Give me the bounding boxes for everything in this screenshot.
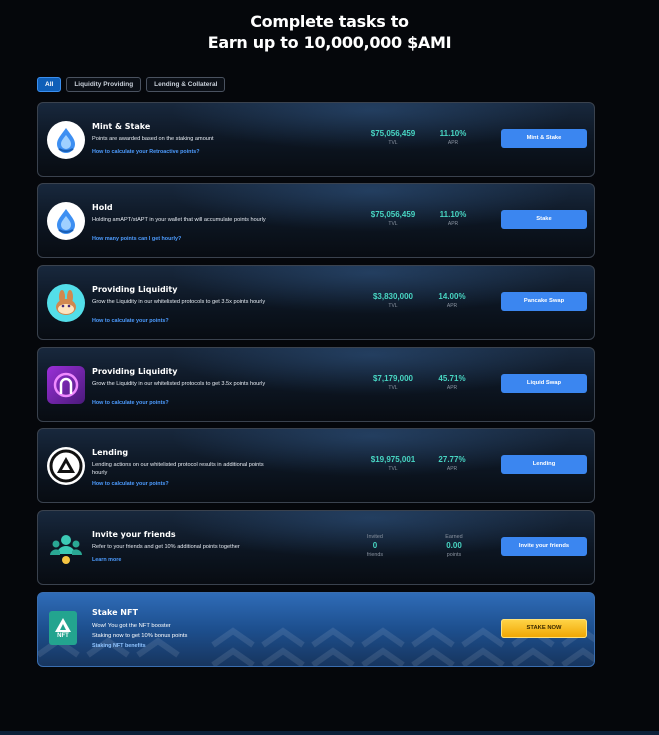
- tvl-stat: $75,056,459 TVL: [370, 129, 416, 146]
- title-line-2: Earn up to 10,000,000 $AMI: [207, 33, 452, 52]
- task-title: Hold: [92, 203, 113, 212]
- nft-title: Stake NFT: [92, 608, 138, 617]
- tvl-stat: $7,179,000 TVL: [372, 374, 414, 391]
- pancake-bunny-icon: [47, 284, 85, 322]
- task-title: Providing Liquidity: [92, 285, 178, 294]
- nft-badge-text: NFT: [57, 633, 69, 639]
- stake-now-button[interactable]: STAKE NOW: [501, 619, 587, 638]
- lending-button[interactable]: Lending: [501, 455, 587, 474]
- friends-icon: [47, 529, 85, 567]
- filter-lending-collateral[interactable]: Lending & Collateral: [146, 77, 226, 92]
- invite-description: Refer to your friends and get 10% additi…: [92, 544, 240, 550]
- apr-stat: 11.10% APR: [439, 210, 467, 227]
- task-card-hold: Hold Holding amAPT/stAPT in your wallet …: [37, 183, 595, 258]
- task-description: Grow the Liquidity in our whitelisted pr…: [92, 381, 266, 387]
- nft-card-icon: NFT: [49, 611, 77, 645]
- liquid-swap-button[interactable]: Liquid Swap: [501, 374, 587, 393]
- task-title: Lending: [92, 448, 129, 457]
- task-card-mint-stake: Mint & Stake Points are awarded based on…: [37, 102, 595, 177]
- invited-count: Invited 0 friends: [366, 534, 384, 558]
- nft-description: Wow! You got the NFT booster Staking now…: [92, 623, 188, 639]
- nft-benefits-link[interactable]: Staking NFT benefits: [92, 643, 146, 649]
- task-card-liquidswap: Providing Liquidity Grow the Liquidity i…: [37, 347, 595, 422]
- mint-stake-button[interactable]: Mint & Stake: [501, 129, 587, 148]
- task-description: Lending actions on our whitelisted proto…: [92, 462, 264, 476]
- invite-friends-button[interactable]: Invite your friends: [501, 537, 587, 556]
- apr-stat: 11.10% APR: [439, 129, 467, 146]
- earned-points: Earned 0.00 points: [445, 534, 463, 558]
- apr-stat: 27.77% APR: [438, 455, 466, 472]
- liquidswap-icon: [47, 366, 85, 404]
- title-line-1: Complete tasks to: [250, 12, 409, 31]
- page-title: Complete tasks to Earn up to 10,000,000 …: [0, 11, 659, 53]
- bottom-bar: [0, 731, 659, 735]
- pancake-swap-button[interactable]: Pancake Swap: [501, 292, 587, 311]
- task-title: Providing Liquidity: [92, 367, 178, 376]
- task-description: Holding amAPT/stAPT in your wallet that …: [92, 217, 266, 223]
- learn-more-link[interactable]: Learn more: [92, 557, 121, 563]
- amnis-drop-icon: [47, 121, 85, 159]
- task-card-lending: Lending Lending actions on our whitelist…: [37, 428, 595, 503]
- amnis-drop-icon: [47, 202, 85, 240]
- filter-tabs: All Liquidity Providing Lending & Collat…: [37, 77, 226, 92]
- aries-triangle-icon: [47, 447, 85, 485]
- task-description: Grow the Liquidity in our whitelisted pr…: [92, 299, 266, 305]
- invite-title: Invite your friends: [92, 530, 176, 539]
- task-help-link[interactable]: How to calculate your points?: [92, 318, 169, 324]
- apr-stat: 14.00% APR: [438, 292, 466, 309]
- task-description: Points are awarded based on the staking …: [92, 136, 214, 142]
- task-help-link[interactable]: How to calculate your points?: [92, 481, 169, 487]
- filter-liquidity-providing[interactable]: Liquidity Providing: [66, 77, 142, 92]
- filter-all[interactable]: All: [37, 77, 62, 92]
- invite-friends-card: Invite your friends Refer to your friend…: [37, 510, 595, 585]
- task-help-link[interactable]: How to calculate your Retroactive points…: [92, 149, 200, 155]
- stake-nft-card: NFT Stake NFT Wow! You got the NFT boost…: [37, 592, 595, 667]
- apr-stat: 45.71% APR: [438, 374, 466, 391]
- task-help-link[interactable]: How many points can I get hourly?: [92, 236, 181, 242]
- task-card-pancake: Providing Liquidity Grow the Liquidity i…: [37, 265, 595, 340]
- task-title: Mint & Stake: [92, 122, 151, 131]
- tvl-stat: $19,975,001 TVL: [370, 455, 416, 472]
- tvl-stat: $75,056,459 TVL: [370, 210, 416, 227]
- task-help-link[interactable]: How to calculate your points?: [92, 400, 169, 406]
- stake-button[interactable]: Stake: [501, 210, 587, 229]
- tvl-stat: $3,830,000 TVL: [372, 292, 414, 309]
